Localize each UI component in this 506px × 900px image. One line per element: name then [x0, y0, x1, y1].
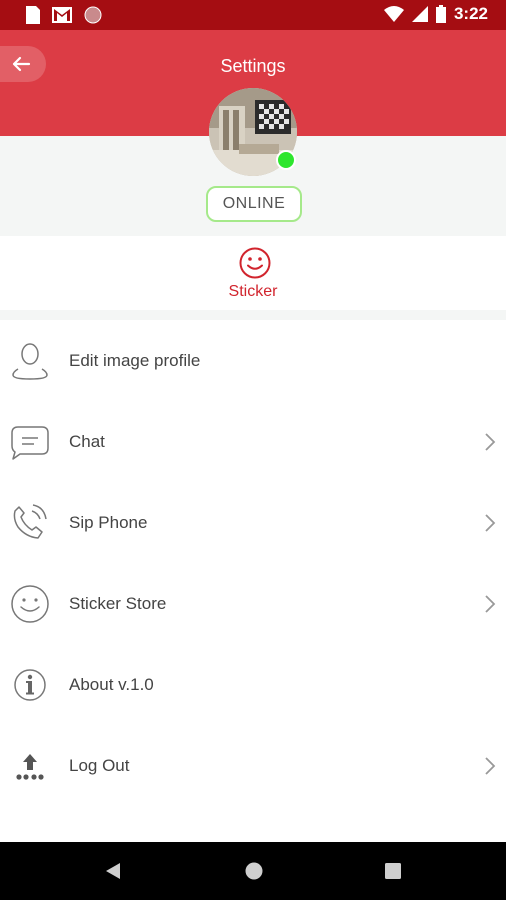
chat-bubble-icon [10, 422, 50, 462]
chevron-right-icon [485, 756, 496, 775]
home-circle-icon[interactable] [244, 861, 264, 881]
sticker-button[interactable]: Sticker [2, 236, 504, 310]
menu-label: Edit image profile [69, 350, 201, 370]
smiley-icon [239, 247, 271, 279]
menu-item-edit-image-profile[interactable]: Edit image profile [0, 320, 506, 401]
user-profile-icon [10, 341, 50, 381]
wifi-icon [383, 6, 404, 22]
battery-icon [435, 5, 446, 23]
menu-item-sip-phone[interactable]: Sip Phone [0, 482, 506, 563]
smiley-icon [10, 584, 50, 624]
settings-menu: Edit image profile Chat Sip Phone Sticke… [0, 320, 506, 806]
menu-item-log-out[interactable]: Log Out [0, 725, 506, 806]
menu-label: About v.1.0 [69, 674, 154, 694]
online-indicator [276, 150, 296, 170]
chevron-right-icon [485, 513, 496, 532]
status-text: ONLINE [222, 195, 286, 212]
logout-icon [10, 746, 50, 786]
gmail-icon [52, 7, 72, 23]
status-bar: 3:22 [0, 0, 506, 30]
sim-card-icon [26, 6, 40, 24]
sticker-label: Sticker [228, 283, 278, 300]
menu-label: Sip Phone [69, 512, 148, 532]
menu-label: Log Out [69, 755, 130, 775]
system-nav-bar [0, 842, 506, 900]
menu-item-chat[interactable]: Chat [0, 401, 506, 482]
phone-ringing-icon [10, 503, 50, 543]
menu-label: Chat [69, 431, 105, 451]
chevron-right-icon [485, 594, 496, 613]
cell-signal-icon [411, 6, 428, 22]
section-divider [0, 310, 506, 320]
back-triangle-icon[interactable] [104, 861, 122, 881]
page-title: Settings [220, 56, 286, 76]
recents-square-icon[interactable] [384, 861, 402, 881]
clock-time: 3:22 [453, 4, 488, 23]
status-badge[interactable]: ONLINE [206, 186, 302, 222]
menu-item-about[interactable]: About v.1.0 [0, 644, 506, 725]
menu-label: Sticker Store [69, 593, 167, 613]
info-icon [10, 665, 50, 705]
menu-item-sticker-store[interactable]: Sticker Store [0, 563, 506, 644]
circle-app-icon [84, 6, 102, 24]
chevron-right-icon [485, 432, 496, 451]
